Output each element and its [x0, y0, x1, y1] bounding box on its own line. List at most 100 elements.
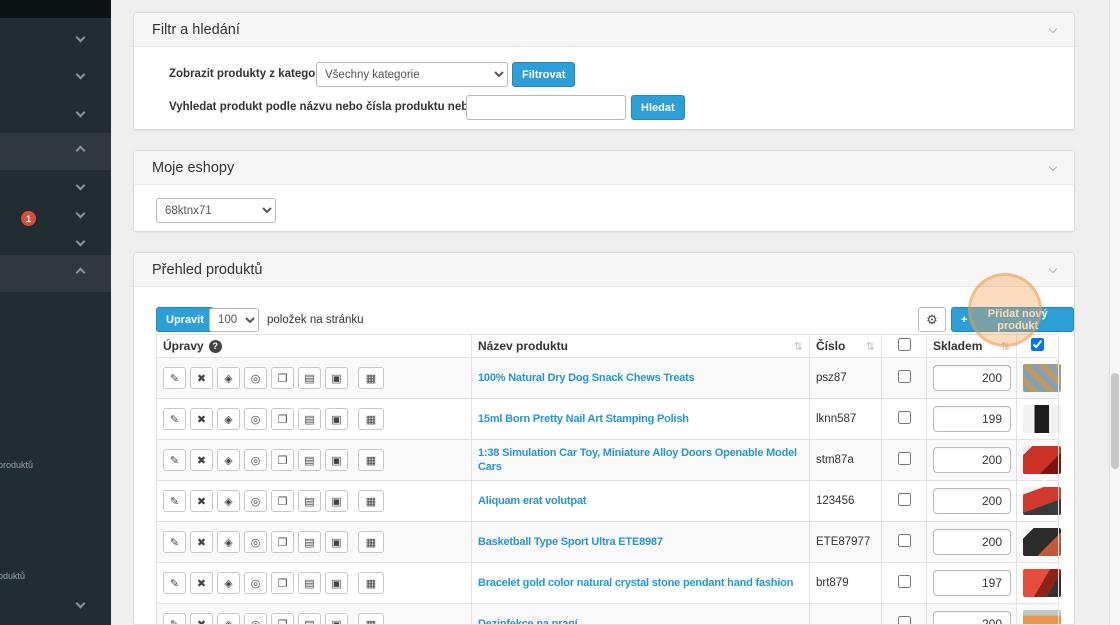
edit-icon-button[interactable]: ✎: [163, 367, 186, 389]
filter-button[interactable]: Filtrovat: [512, 62, 576, 87]
header-stock[interactable]: Skladem ⇅: [926, 334, 1017, 358]
product-link[interactable]: Dezinfekce na praní: [478, 617, 803, 624]
copy-icon-button[interactable]: ❐: [271, 490, 294, 512]
paste-icon-button[interactable]: ▣: [325, 613, 348, 624]
row-checkbox[interactable]: [897, 370, 911, 383]
edit-icon-button[interactable]: ✎: [163, 572, 186, 594]
edit-icon-button[interactable]: ✎: [163, 490, 186, 512]
add-product-button[interactable]: + Přidat nový produkt: [951, 307, 1074, 332]
paste-icon-button[interactable]: ▣: [325, 408, 348, 430]
image-icon-button[interactable]: ▦: [358, 572, 384, 594]
scrollbar-thumb[interactable]: [1111, 373, 1119, 469]
catalog-icon-button[interactable]: ▤: [298, 490, 321, 512]
stock-input[interactable]: [933, 365, 1011, 391]
preview-icon-button[interactable]: ◎: [244, 490, 267, 512]
product-link[interactable]: 15ml Born Pretty Nail Art Stamping Polis…: [478, 412, 803, 426]
preview-icon-button[interactable]: ◎: [244, 572, 267, 594]
image-icon-button[interactable]: ▦: [358, 613, 384, 624]
paste-icon-button[interactable]: ▣: [325, 449, 348, 471]
sidebar-menu-item-active[interactable]: [0, 133, 111, 170]
stock-input[interactable]: [933, 488, 1011, 514]
page-size-select[interactable]: 100: [209, 308, 259, 332]
delete-icon-button[interactable]: ✖: [190, 572, 213, 594]
row-checkbox[interactable]: [897, 616, 911, 624]
edit-icon-button[interactable]: ✎: [163, 531, 186, 553]
tag-icon-button[interactable]: ◈: [217, 572, 240, 594]
tag-icon-button[interactable]: ◈: [217, 408, 240, 430]
delete-icon-button[interactable]: ✖: [190, 449, 213, 471]
copy-icon-button[interactable]: ❐: [271, 449, 294, 471]
sidebar-menu-item[interactable]: [0, 20, 111, 57]
select-all-checkbox[interactable]: [1031, 338, 1044, 351]
image-icon-button[interactable]: ▦: [358, 490, 384, 512]
delete-icon-button[interactable]: ✖: [190, 490, 213, 512]
tag-icon-button[interactable]: ◈: [217, 367, 240, 389]
product-link[interactable]: 1:38 Simulation Car Toy, Miniature Alloy…: [478, 446, 803, 475]
sidebar-submenu-item[interactable]: [0, 172, 111, 200]
header-checkbox[interactable]: [897, 338, 911, 351]
eshop-select[interactable]: 68ktnx71: [156, 198, 276, 223]
catalog-icon-button[interactable]: ▤: [298, 531, 321, 553]
row-checkbox[interactable]: [897, 452, 911, 465]
image-icon-button[interactable]: ▦: [358, 367, 384, 389]
delete-icon-button[interactable]: ✖: [190, 531, 213, 553]
product-link[interactable]: Basketball Type Sport Ultra ETE8987: [478, 535, 803, 549]
row-checkbox[interactable]: [897, 493, 911, 506]
search-input[interactable]: [466, 95, 626, 120]
header-name[interactable]: Název produktu ⇅: [471, 334, 810, 358]
sidebar-menu-item-expanded[interactable]: [0, 255, 111, 292]
preview-icon-button[interactable]: ◎: [244, 613, 267, 624]
panel-collapse-icon[interactable]: [1048, 264, 1058, 274]
paste-icon-button[interactable]: ▣: [325, 367, 348, 389]
paste-icon-button[interactable]: ▣: [325, 572, 348, 594]
preview-icon-button[interactable]: ◎: [244, 408, 267, 430]
sidebar-menu-item[interactable]: [0, 95, 111, 132]
panel-collapse-icon[interactable]: [1048, 24, 1058, 34]
sidebar-submenu-item[interactable]: [0, 228, 111, 256]
stock-input[interactable]: [933, 529, 1011, 555]
row-checkbox[interactable]: [897, 534, 911, 547]
image-icon-button[interactable]: ▦: [358, 408, 384, 430]
tag-icon-button[interactable]: ◈: [217, 531, 240, 553]
sidebar-submenu-item[interactable]: [0, 200, 111, 228]
catalog-icon-button[interactable]: ▤: [298, 572, 321, 594]
edit-icon-button[interactable]: ✎: [163, 449, 186, 471]
help-icon[interactable]: ?: [208, 339, 222, 353]
stock-input[interactable]: [933, 611, 1011, 624]
product-link[interactable]: 100% Natural Dry Dog Snack Chews Treats: [478, 371, 803, 385]
row-checkbox[interactable]: [897, 575, 911, 588]
copy-icon-button[interactable]: ❐: [271, 613, 294, 624]
delete-icon-button[interactable]: ✖: [190, 613, 213, 624]
sidebar-menu-item[interactable]: [0, 57, 111, 94]
tag-icon-button[interactable]: ◈: [217, 490, 240, 512]
catalog-icon-button[interactable]: ▤: [298, 367, 321, 389]
catalog-icon-button[interactable]: ▤: [298, 408, 321, 430]
settings-button[interactable]: ⚙: [918, 307, 946, 332]
panel-collapse-icon[interactable]: [1048, 162, 1058, 172]
stock-input[interactable]: [933, 447, 1011, 473]
tag-icon-button[interactable]: ◈: [217, 449, 240, 471]
paste-icon-button[interactable]: ▣: [325, 490, 348, 512]
delete-icon-button[interactable]: ✖: [190, 408, 213, 430]
paste-icon-button[interactable]: ▣: [325, 531, 348, 553]
copy-icon-button[interactable]: ❐: [271, 531, 294, 553]
image-icon-button[interactable]: ▦: [358, 531, 384, 553]
sidebar-menu-item[interactable]: [0, 586, 111, 623]
stock-input[interactable]: [933, 570, 1011, 596]
header-number[interactable]: Číslo ⇅: [809, 334, 882, 358]
image-icon-button[interactable]: ▦: [358, 449, 384, 471]
copy-icon-button[interactable]: ❐: [271, 572, 294, 594]
edit-button[interactable]: Upravit: [156, 307, 214, 332]
catalog-icon-button[interactable]: ▤: [298, 449, 321, 471]
edit-icon-button[interactable]: ✎: [163, 613, 186, 624]
edit-icon-button[interactable]: ✎: [163, 408, 186, 430]
delete-icon-button[interactable]: ✖: [190, 367, 213, 389]
catalog-icon-button[interactable]: ▤: [298, 613, 321, 624]
preview-icon-button[interactable]: ◎: [244, 449, 267, 471]
preview-icon-button[interactable]: ◎: [244, 531, 267, 553]
stock-input[interactable]: [933, 406, 1011, 432]
row-checkbox[interactable]: [897, 411, 911, 424]
copy-icon-button[interactable]: ❐: [271, 367, 294, 389]
product-link[interactable]: Bracelet gold color natural crystal ston…: [478, 576, 803, 590]
product-link[interactable]: Aliquam erat volutpat: [478, 494, 803, 508]
